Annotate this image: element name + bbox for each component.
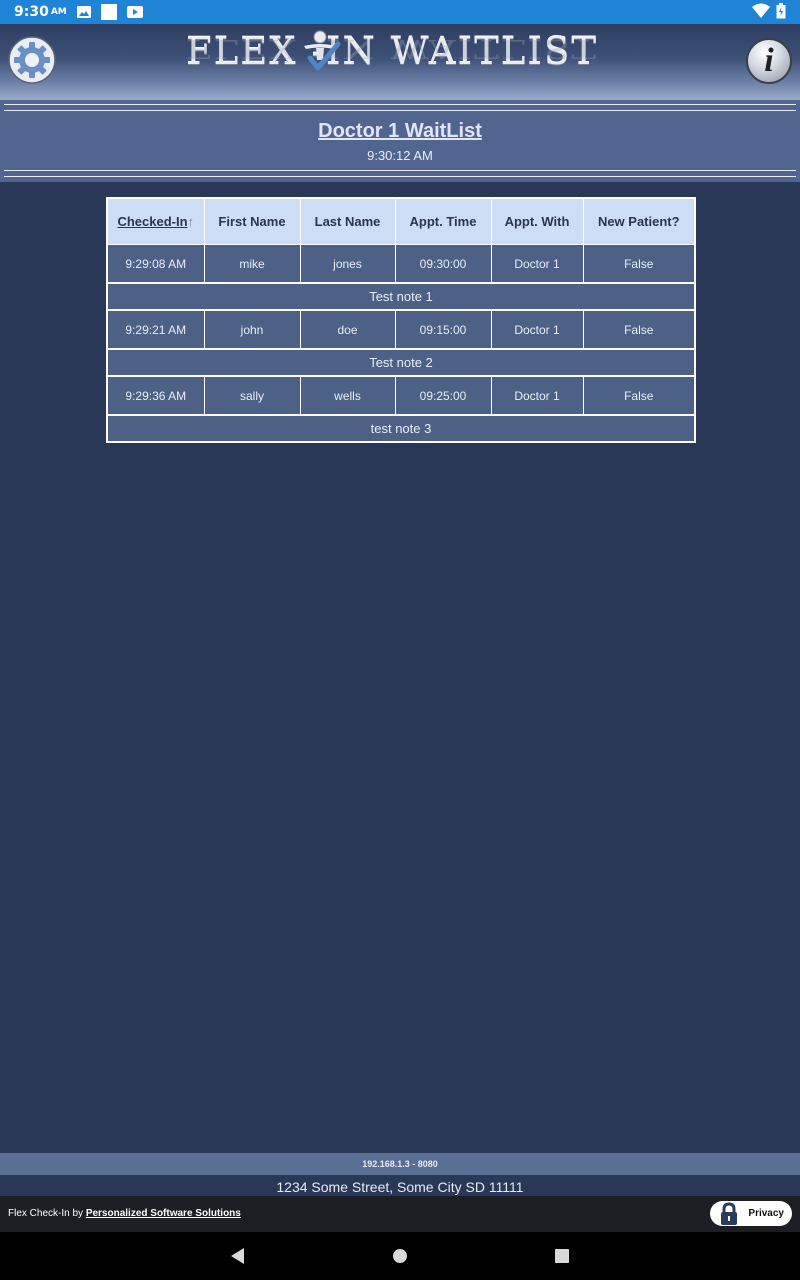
status-bar: 9:30 AM [0, 0, 800, 24]
office-address: 1234 Some Street, Some City SD 11111 [0, 1175, 800, 1196]
note-text: Test note 1 [106, 282, 696, 311]
cell-checked-in: 9:29:08 AM [106, 244, 205, 284]
current-time: 9:30:12 AM [367, 148, 433, 163]
credit-bar: Flex Check-In by Personalized Software S… [0, 1196, 800, 1232]
divider [4, 110, 796, 111]
table-row[interactable]: 9:29:08 AM mike jones 09:30:00 Doctor 1 … [106, 244, 696, 284]
note-text: test note 3 [106, 414, 696, 443]
logo-reflection: FLEX -IN WAITLIST [186, 33, 599, 64]
cell-new-patient: False [582, 244, 696, 284]
recents-icon[interactable] [550, 1244, 574, 1268]
cell-first-name: mike [203, 244, 301, 284]
cell-appt-time: 09:15:00 [394, 309, 492, 350]
navigation-bar [0, 1232, 800, 1280]
cell-appt-with: Doctor 1 [490, 244, 584, 284]
column-header-last-name[interactable]: Last Name [299, 197, 396, 245]
waitlist-table: Checked-In↑ First Name Last Name Appt. T… [106, 197, 696, 443]
wifi-icon [752, 3, 770, 18]
server-address: 192.168.1.3 - 8080 [0, 1153, 800, 1175]
privacy-button[interactable]: Privacy [710, 1201, 792, 1226]
privacy-label: Privacy [748, 1208, 784, 1219]
battery-icon [776, 3, 786, 19]
info-button[interactable]: i [746, 38, 792, 84]
note-text: Test note 2 [106, 348, 696, 377]
sort-ascending-icon: ↑ [187, 214, 195, 229]
back-icon[interactable] [226, 1244, 250, 1268]
column-header-appt-time[interactable]: Appt. Time [394, 197, 492, 245]
square-icon [100, 4, 117, 20]
status-time: 9:30 [14, 4, 49, 20]
credit: Flex Check-In by Personalized Software S… [8, 1208, 241, 1219]
app-header: FLEX -IN WAITLIST FLEX -IN WAITLIST i [0, 24, 800, 100]
info-icon: i [764, 42, 774, 79]
divider [4, 170, 796, 171]
image-icon [76, 6, 91, 18]
column-header-new-patient[interactable]: New Patient? [582, 197, 696, 245]
gear-icon[interactable] [8, 36, 56, 84]
status-ampm: AM [50, 7, 67, 17]
table-row[interactable]: 9:29:21 AM john doe 09:15:00 Doctor 1 Fa… [106, 309, 696, 350]
divider [4, 104, 796, 105]
home-icon[interactable] [388, 1244, 412, 1268]
cell-appt-time: 09:30:00 [394, 244, 492, 284]
lock-icon [721, 1202, 737, 1225]
checkmark-person-icon [304, 30, 341, 71]
cell-appt-time: 09:25:00 [394, 375, 492, 416]
note-row: test note 3 [106, 414, 696, 443]
cell-first-name: sally [203, 375, 301, 416]
table-header-row: Checked-In↑ First Name Last Name Appt. T… [106, 197, 696, 245]
table-row[interactable]: 9:29:36 AM sally wells 09:25:00 Doctor 1… [106, 375, 696, 416]
app-logo: FLEX -IN WAITLIST FLEX -IN WAITLIST [186, 30, 616, 96]
cell-appt-with: Doctor 1 [490, 309, 584, 350]
column-header-checked-in[interactable]: Checked-In↑ [106, 197, 205, 245]
cell-last-name: doe [299, 309, 396, 350]
cell-checked-in: 9:29:21 AM [106, 309, 205, 350]
cell-new-patient: False [582, 309, 696, 350]
note-row: Test note 1 [106, 282, 696, 311]
divider [4, 176, 796, 177]
column-header-first-name[interactable]: First Name [203, 197, 301, 245]
cell-checked-in: 9:29:36 AM [106, 375, 205, 416]
cell-last-name: wells [299, 375, 396, 416]
page-title[interactable]: Doctor 1 WaitList [0, 120, 800, 143]
column-header-label: Checked-In [117, 214, 188, 229]
column-header-appt-with[interactable]: Appt. With [490, 197, 584, 245]
cell-first-name: john [203, 309, 301, 350]
cell-last-name: jones [299, 244, 396, 284]
youtube-icon [126, 6, 143, 18]
cell-appt-with: Doctor 1 [490, 375, 584, 416]
note-row: Test note 2 [106, 348, 696, 377]
credit-link[interactable]: Personalized Software Solutions [86, 1208, 241, 1219]
credit-prefix: Flex Check-In by [8, 1208, 84, 1219]
cell-new-patient: False [582, 375, 696, 416]
title-band: Doctor 1 WaitList 9:30:12 AM [0, 100, 800, 182]
